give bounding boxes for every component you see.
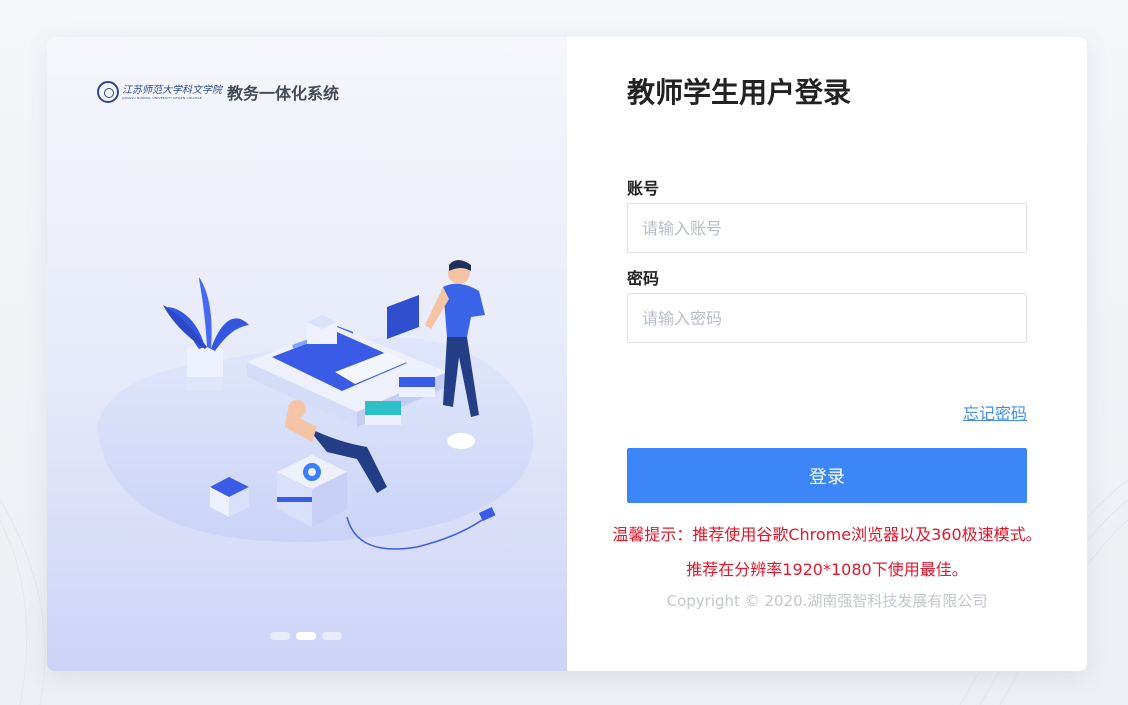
workstation-illustration-icon [97,260,534,550]
school-name-en: JIANGSU NORMAL UNIVERSITY KEWEN COLLEGE [122,95,202,100]
login-panel: 教师学生用户登录 账号 密码 忘记密码 登录 温馨提示：推荐使用谷歌Chrome… [567,37,1087,671]
login-card: 江苏师范大学科文学院 JIANGSU NORMAL UNIVERSITY KEW… [47,37,1087,671]
carousel-dot-1[interactable] [270,632,290,640]
resolution-tip: 推荐在分辨率1920*1080下使用最佳。 [686,560,968,579]
copyright-text: Copyright © 2020.湖南强智科技发展有限公司 [666,592,988,610]
account-label: 账号 [627,179,660,198]
brand-header: 江苏师范大学科文学院 JIANGSU NORMAL UNIVERSITY KEW… [97,79,339,105]
password-label: 密码 [627,269,660,288]
account-input[interactable] [627,203,1027,253]
system-name: 教务一体化系统 [227,84,340,103]
promo-panel: 江苏师范大学科文学院 JIANGSU NORMAL UNIVERSITY KEW… [47,37,567,671]
login-title: 教师学生用户登录 [627,76,852,109]
carousel-indicators [270,632,342,640]
browser-tip: 温馨提示：推荐使用谷歌Chrome浏览器以及360极速模式。 [612,525,1042,544]
password-input[interactable] [627,293,1027,343]
forgot-password-link[interactable]: 忘记密码 [963,400,1027,424]
carousel-dot-3[interactable] [322,632,342,640]
school-seal-icon [97,81,119,103]
login-button[interactable]: 登录 [627,448,1027,503]
school-logo: 江苏师范大学科文学院 JIANGSU NORMAL UNIVERSITY KEW… [97,79,222,105]
school-name-cn: 江苏师范大学科文学院 [122,84,222,96]
carousel-dot-2[interactable] [296,632,316,640]
